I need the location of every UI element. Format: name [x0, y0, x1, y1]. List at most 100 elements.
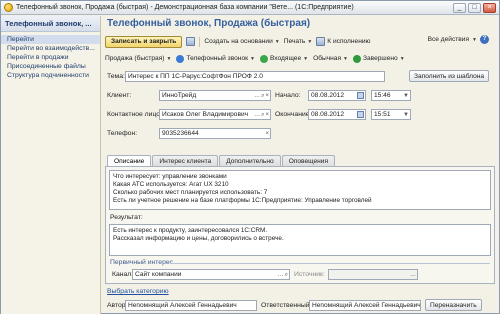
end-time-field[interactable]: 15:51 ▼ [371, 109, 411, 120]
nav-panel-title: Телефонный звонок, ... [1, 16, 100, 32]
field-buttons: … ⌕ × [254, 111, 269, 119]
save-icon[interactable] [186, 37, 196, 46]
responsible-field[interactable]: Непомнящий Алексей Геннадьевич [309, 300, 421, 311]
chevron-down-icon: ▼ [303, 55, 309, 62]
source-label: Источник: [294, 271, 325, 278]
start-date-value: 08.08.2012 [311, 92, 345, 99]
clear-icon[interactable]: × [265, 111, 269, 119]
description-line: Есть ли учетное решение на базе платформ… [113, 197, 372, 204]
clear-icon[interactable]: × [265, 130, 269, 138]
nav-item-sales[interactable]: Перейти в продажи [1, 53, 100, 62]
chevron-down-icon: ▼ [399, 55, 405, 62]
topic-label: Тема: [107, 73, 125, 80]
start-time-field[interactable]: 15:46 ▼ [371, 90, 411, 101]
minimize-button[interactable]: _ [453, 3, 466, 13]
contact-field[interactable]: Исаков Олег Владимирович … ⌕ × [159, 109, 271, 120]
status-menu[interactable]: Завершено ▼ [353, 54, 405, 63]
all-actions-menu[interactable]: Все действия ▼ ? [428, 35, 489, 44]
importance-menu[interactable]: Обычная ▼ [313, 55, 348, 62]
result-textarea[interactable]: Есть интерес к продукту, заинтересовался… [109, 224, 491, 256]
section-divider [170, 263, 490, 264]
phone-field[interactable]: 9035236644 × [159, 128, 271, 139]
maximize-button[interactable]: □ [468, 3, 481, 13]
select-icon[interactable]: … [278, 271, 284, 279]
nav-item-interactions[interactable]: Перейти во взаимодейств... [1, 44, 100, 53]
sale-type-label: Продажа (быстрая) [105, 55, 165, 62]
start-time-value: 15:46 [374, 92, 391, 99]
calendar-icon[interactable] [357, 92, 364, 99]
save-close-button[interactable]: Записать и закрыть [105, 35, 183, 48]
all-actions-label: Все действия [427, 36, 470, 43]
search-icon[interactable]: ⌕ [261, 92, 264, 100]
tab-panel-description: Что интересует: управление звонками Кака… [105, 166, 495, 284]
choose-category-link[interactable]: Выбрать категорию [107, 288, 169, 295]
client-field[interactable]: ИнноТрейд … ⌕ × [159, 90, 271, 101]
author-value: Непомнящий Алексей Геннадьевич [128, 302, 237, 309]
execute-button[interactable]: К исполнению [316, 37, 370, 46]
channel-field[interactable]: Сайт компании … ⌕ [132, 269, 290, 280]
importance-label: Обычная [313, 55, 342, 62]
result-label: Результат: [110, 214, 143, 221]
sale-type-menu[interactable]: Продажа (быстрая) ▼ [105, 55, 171, 62]
reassign-button[interactable]: Переназначить [425, 299, 482, 311]
description-line: Сколько рабочих мест планируется использ… [113, 189, 268, 196]
result-line: Рассказал информацию и цены, договорилис… [113, 235, 284, 242]
field-buttons: … ⌕ [278, 271, 288, 279]
field-buttons [357, 111, 364, 118]
select-icon[interactable]: … [410, 271, 416, 279]
end-label: Окончание: [275, 111, 312, 118]
fill-template-button[interactable]: Заполнить из шаблона [409, 70, 490, 82]
select-icon[interactable]: … [254, 111, 260, 119]
window-controls: _ □ × [453, 3, 496, 13]
command-bar: Записать и закрыть Создать на основании … [105, 35, 497, 48]
call-type-menu[interactable]: Телефонный звонок ▼ [176, 54, 255, 63]
chevron-down-icon[interactable]: ▼ [403, 111, 409, 119]
create-based-label: Создать на основании [204, 38, 273, 45]
channel-label: Канал: [112, 271, 134, 278]
chevron-down-icon: ▼ [250, 55, 255, 62]
nav-item-attached-files[interactable]: Присоединенные файлы [1, 62, 100, 71]
app-icon [4, 3, 13, 12]
toolbar-divider [199, 36, 201, 47]
description-textarea[interactable]: Что интересует: управление звонками Кака… [109, 170, 491, 210]
client-label: Клиент: [107, 92, 132, 99]
execute-label: К исполнению [327, 38, 371, 45]
direction-menu[interactable]: Входящее ▼ [259, 54, 309, 63]
field-buttons: … ⌕ × [254, 92, 269, 100]
close-button[interactable]: × [483, 3, 496, 13]
window-title: Телефонный звонок, Продажа (быстрая) - Д… [16, 4, 354, 11]
nav-item-subordination[interactable]: Структура подчиненности [1, 71, 100, 80]
search-icon[interactable]: ⌕ [261, 111, 264, 119]
end-time-value: 15:51 [374, 111, 391, 118]
search-icon[interactable]: ⌕ [285, 271, 288, 279]
execute-icon [316, 37, 326, 46]
end-date-field[interactable]: 08.08.2012 [308, 109, 366, 120]
contact-label: Контактное лицо: [107, 111, 162, 118]
chevron-down-icon[interactable]: ▼ [403, 92, 409, 100]
phone-label: Телефон: [107, 130, 138, 137]
author-field[interactable]: Непомнящий Алексей Геннадьевич [125, 300, 257, 311]
create-based-menu[interactable]: Создать на основании ▼ [204, 38, 279, 45]
client-value: ИнноТрейд [162, 92, 197, 99]
page-title: Телефонный звонок, Продажа (быстрая) [107, 18, 311, 29]
source-field[interactable]: … [328, 269, 418, 280]
direction-label: Входящее [269, 55, 302, 62]
clear-icon[interactable]: × [265, 92, 269, 100]
chevron-down-icon: ▼ [343, 55, 348, 62]
chevron-down-icon: ▼ [307, 38, 313, 45]
start-label: Начало: [275, 92, 301, 99]
help-icon[interactable]: ? [480, 35, 489, 44]
phone-icon [176, 54, 185, 63]
call-type-label: Телефонный звонок [186, 55, 248, 62]
incoming-icon [259, 54, 268, 63]
start-date-field[interactable]: 08.08.2012 [308, 90, 366, 101]
print-menu[interactable]: Печать ▼ [284, 38, 313, 45]
chevron-down-icon: ▼ [274, 38, 280, 45]
title-bar: Телефонный звонок, Продажа (быстрая) - Д… [1, 1, 499, 15]
calendar-icon[interactable] [357, 111, 364, 118]
nav-item-go[interactable]: Перейти [1, 35, 100, 44]
select-icon[interactable]: … [254, 92, 260, 100]
contact-value: Исаков Олег Владимирович [162, 111, 249, 118]
topic-field[interactable]: Интерес к ПП 1С-Рарус:СофтФон ПРОФ 2.0 [125, 71, 385, 82]
primary-interest-title: Первичный интерес [110, 259, 174, 266]
